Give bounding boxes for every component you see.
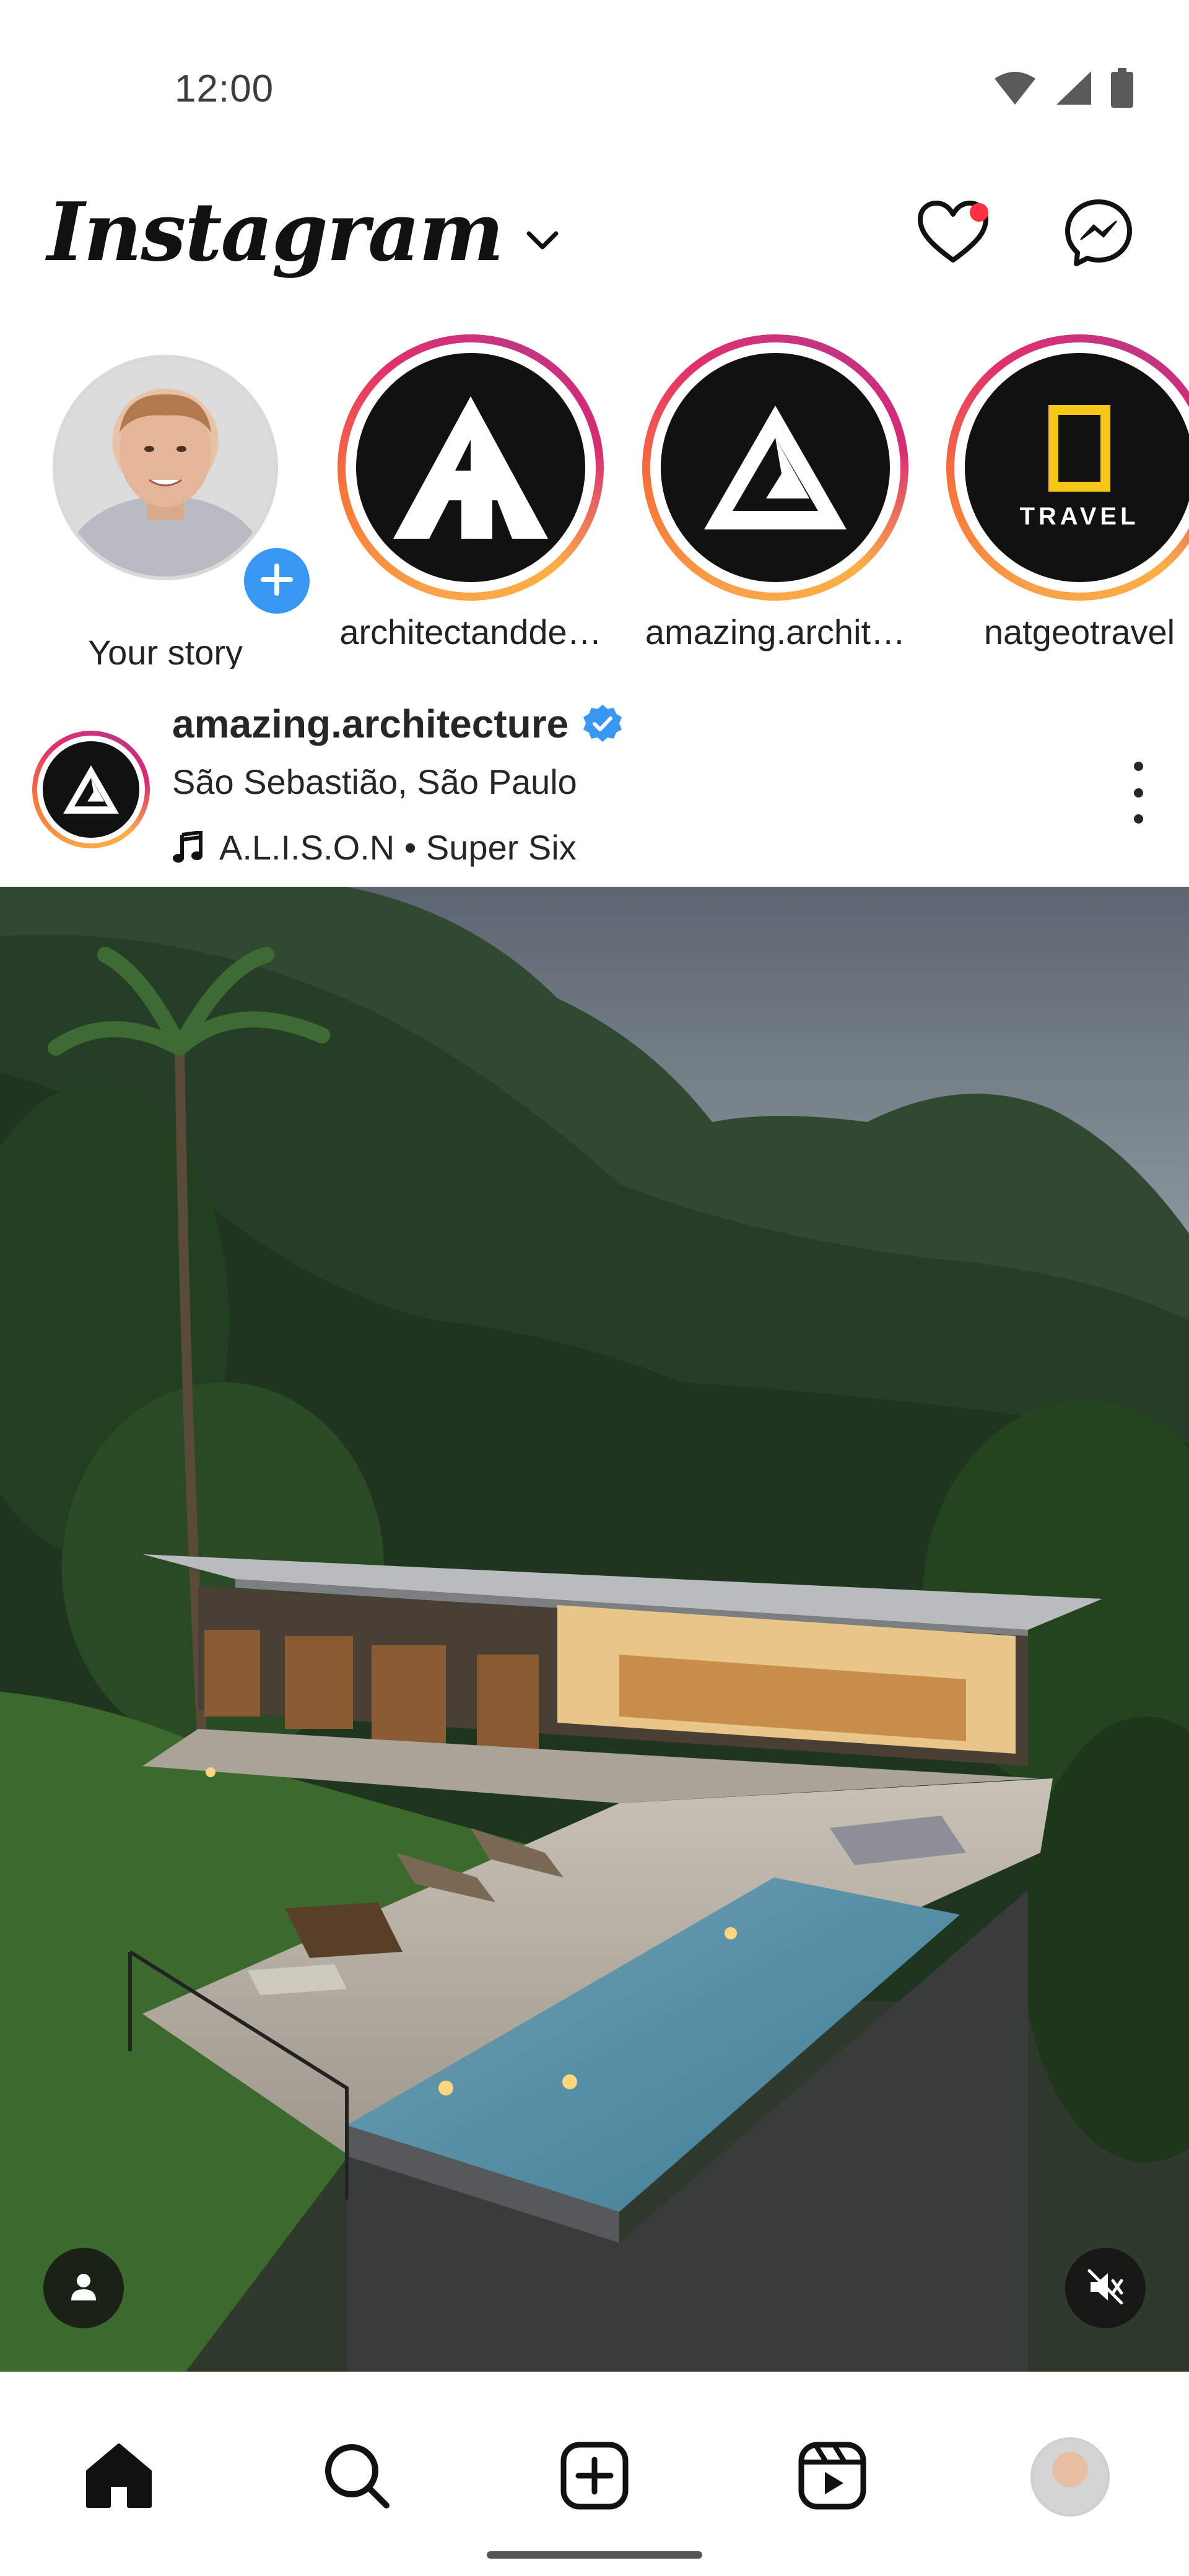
story-label: Your story [87, 633, 243, 669]
avatar [53, 355, 278, 580]
activity-button[interactable] [917, 201, 990, 268]
battery-icon [1111, 68, 1133, 111]
nav-profile[interactable] [1021, 2427, 1120, 2526]
wifi-icon [993, 70, 1037, 109]
story-architectandde[interactable]: architectandde… [338, 334, 604, 652]
create-icon [560, 2441, 629, 2513]
username-text: amazing.architecture [172, 702, 569, 746]
music-note-icon [172, 830, 203, 864]
story-ring [338, 334, 604, 601]
post-audio[interactable]: A.L.I.S.O.N • Super Six [172, 827, 577, 868]
reels-icon [798, 2441, 867, 2513]
avatar: TRAVEL [965, 353, 1189, 582]
profile-avatar [1030, 2437, 1110, 2517]
post-location[interactable]: São Sebastião, São Paulo [172, 762, 577, 802]
heart-icon [917, 201, 990, 268]
nav-reels[interactable] [783, 2427, 882, 2526]
notification-dot [970, 203, 988, 222]
messenger-icon [1064, 199, 1133, 270]
nav-search[interactable] [307, 2427, 406, 2526]
signal-icon [1055, 70, 1092, 109]
mute-icon [1086, 2267, 1125, 2310]
post-media[interactable] [0, 887, 1189, 2372]
instagram-feed-screen: 12:00 Instagram Your story architectandd… [0, 0, 1189, 2576]
status-icons [993, 68, 1133, 111]
stories-tray: Your story architectandde… amazing.archi… [0, 334, 1189, 669]
more-options-button[interactable] [1120, 762, 1157, 824]
person-icon [66, 2269, 101, 2307]
avatar [356, 353, 585, 582]
app-header: Instagram [0, 180, 1189, 297]
post-username[interactable]: amazing.architecture [172, 701, 623, 747]
story-amazing-archit[interactable]: amazing.archit… [642, 334, 908, 652]
instagram-logo: Instagram [47, 185, 504, 279]
chevron-down-icon [525, 230, 560, 254]
search-icon [322, 2441, 391, 2513]
header-actions [917, 198, 1133, 271]
tagged-users-button[interactable] [43, 2248, 124, 2328]
add-story-badge[interactable] [237, 541, 317, 621]
bottom-navigation [0, 2390, 1189, 2576]
status-time: 12:00 [175, 67, 274, 110]
story-ring: TRAVEL [946, 334, 1189, 601]
more-dot [1133, 762, 1143, 771]
nav-create[interactable] [545, 2427, 644, 2526]
post-image [0, 887, 1189, 2372]
story-label: natgeotravel [983, 612, 1175, 651]
post-avatar-ring[interactable] [32, 731, 150, 848]
home-icon [84, 2442, 154, 2513]
more-dot [1133, 814, 1143, 824]
verified-badge-icon [582, 703, 623, 744]
story-your-story[interactable]: Your story [32, 334, 317, 669]
status-bar: 12:00 [0, 0, 1189, 161]
nav-home[interactable] [69, 2427, 168, 2526]
plus-icon [258, 561, 295, 601]
story-natgeotravel[interactable]: TRAVEL natgeotravel [946, 334, 1189, 652]
story-ring [642, 334, 908, 601]
avatar [43, 741, 139, 838]
mute-button[interactable] [1065, 2248, 1146, 2328]
messenger-button[interactable] [1064, 198, 1133, 271]
brand-switcher[interactable]: Instagram [47, 192, 560, 272]
more-dot [1133, 788, 1143, 798]
story-label: architectandde… [339, 612, 602, 651]
avatar [661, 353, 890, 582]
audio-text: A.L.I.S.O.N • Super Six [219, 828, 577, 867]
natgeo-travel-wordmark: TRAVEL [1019, 502, 1139, 530]
post-header: amazing.architecture São Sebastião, São … [0, 694, 1189, 879]
story-label: amazing.archit… [645, 612, 906, 651]
gesture-bar[interactable] [487, 2551, 702, 2559]
